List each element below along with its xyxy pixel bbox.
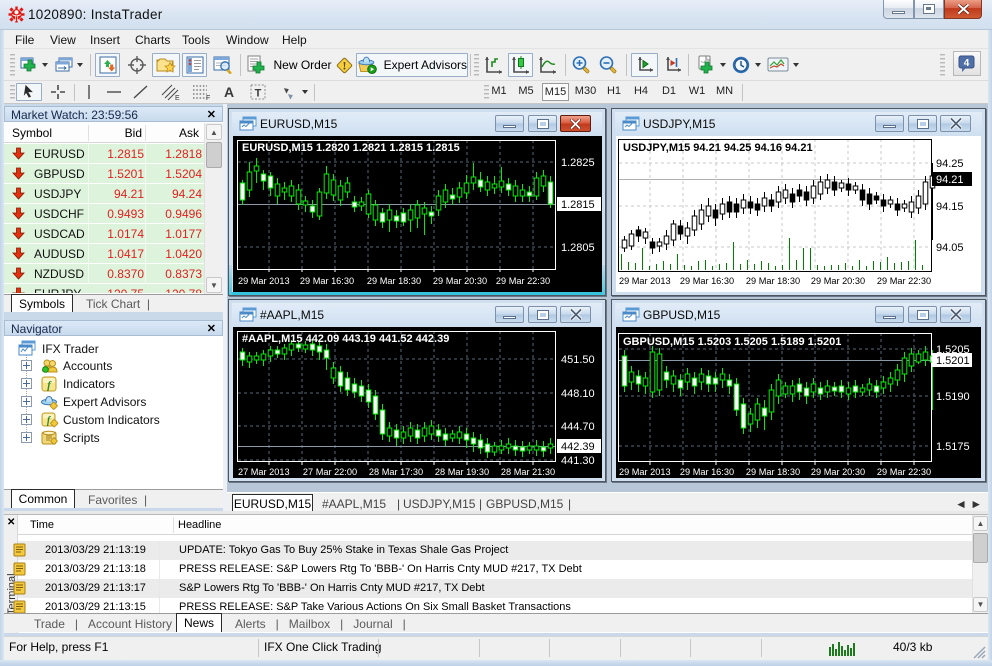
svg-text:GBPUSD,M15 1.5203 1.5205 1.51: GBPUSD,M15 1.5203 1.5205 1.5189 1.5201 xyxy=(623,336,841,348)
svg-text:442.39: 442.39 xyxy=(561,441,595,453)
svg-text:451.50: 451.50 xyxy=(561,354,595,366)
svg-text:444.70: 444.70 xyxy=(561,421,595,433)
svg-text:1.5201: 1.5201 xyxy=(936,355,970,367)
svg-text:94.15: 94.15 xyxy=(936,201,964,213)
svg-text:1.2825: 1.2825 xyxy=(561,157,595,169)
svg-text:USDJPY,M15 94.21 94.25 94.16: USDJPY,M15 94.21 94.25 94.16 94.21 xyxy=(623,142,813,154)
svg-text:29 Mar 16:30: 29 Mar 16:30 xyxy=(300,276,354,286)
svg-text:27 Mar 2013: 27 Mar 2013 xyxy=(238,467,290,477)
svg-text:1.2815: 1.2815 xyxy=(561,199,595,211)
svg-text:29 Mar 20:30: 29 Mar 20:30 xyxy=(811,467,865,477)
svg-text:1.2805: 1.2805 xyxy=(561,242,595,254)
svg-text:441.30: 441.30 xyxy=(561,455,595,467)
svg-text:29 Mar 2013: 29 Mar 2013 xyxy=(619,467,671,477)
svg-text:28 Mar 19:30: 28 Mar 19:30 xyxy=(435,467,489,477)
svg-text:29 Mar 16:30: 29 Mar 16:30 xyxy=(680,467,734,477)
svg-text:29 Mar 22:30: 29 Mar 22:30 xyxy=(877,276,931,286)
svg-text:EURUSD,M15 1.2820 1.2821 1.28: EURUSD,M15 1.2820 1.2821 1.2815 1.2815 xyxy=(242,142,460,154)
svg-text:29 Mar 2013: 29 Mar 2013 xyxy=(238,276,290,286)
svg-text:29 Mar 18:30: 29 Mar 18:30 xyxy=(746,467,800,477)
svg-text:27 Mar 22:00: 27 Mar 22:00 xyxy=(303,467,357,477)
svg-text:94.25: 94.25 xyxy=(936,158,964,170)
svg-text:29 Mar 2013: 29 Mar 2013 xyxy=(619,276,671,286)
svg-text:29 Mar 18:30: 29 Mar 18:30 xyxy=(746,276,800,286)
svg-text:1.5190: 1.5190 xyxy=(936,391,970,403)
svg-text:29 Mar 22:30: 29 Mar 22:30 xyxy=(496,276,550,286)
svg-text:94.05: 94.05 xyxy=(936,242,964,254)
svg-text:#AAPL,M15 442.09 443.19 441.5: #AAPL,M15 442.09 443.19 441.52 442.39 xyxy=(242,333,449,345)
svg-text:28 Mar 21:30: 28 Mar 21:30 xyxy=(501,467,555,477)
svg-text:1.5175: 1.5175 xyxy=(936,441,970,453)
svg-text:28 Mar 17:30: 28 Mar 17:30 xyxy=(369,467,423,477)
svg-text:29 Mar 18:30: 29 Mar 18:30 xyxy=(367,276,421,286)
svg-text:94.21: 94.21 xyxy=(936,174,964,186)
svg-text:29 Mar 20:30: 29 Mar 20:30 xyxy=(811,276,865,286)
svg-text:29 Mar 20:30: 29 Mar 20:30 xyxy=(433,276,487,286)
svg-text:448.10: 448.10 xyxy=(561,388,595,400)
svg-text:29 Mar 22:30: 29 Mar 22:30 xyxy=(877,467,931,477)
svg-text:29 Mar 16:30: 29 Mar 16:30 xyxy=(680,276,734,286)
